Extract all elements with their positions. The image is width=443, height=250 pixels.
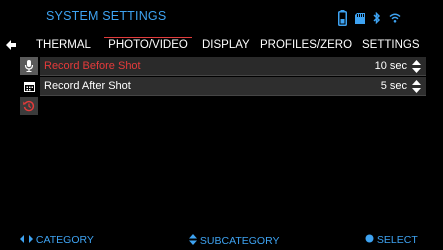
tab-photo-video[interactable]: PHOTO/VIDEO — [104, 37, 192, 51]
footer-select-hint: SELECT — [365, 234, 418, 246]
calendar-icon — [23, 81, 35, 92]
status-bar — [338, 10, 401, 26]
sidebar-item-recoil-recording[interactable] — [20, 97, 38, 115]
battery-icon — [338, 10, 347, 26]
setting-value: 10 sec — [374, 60, 407, 72]
tab-settings[interactable]: SETTINGS — [362, 39, 420, 51]
setting-value: 5 sec — [380, 80, 407, 92]
settings-list: Record Before Shot 10 sec Record After S… — [40, 57, 426, 97]
setting-label: Record After Shot — [44, 80, 131, 92]
sidebar-item-audio[interactable] — [20, 57, 38, 75]
up-down-arrows-icon[interactable] — [412, 60, 421, 73]
footer-category-hint: CATEGORY — [20, 234, 94, 246]
footer-subcategory-label: SUBCATEGORY — [199, 235, 280, 247]
setting-row-record-after-shot[interactable]: Record After Shot 5 sec — [40, 77, 426, 96]
left-right-arrows-icon — [20, 235, 33, 243]
up-down-arrows-icon[interactable] — [412, 80, 421, 93]
tab-display[interactable]: DISPLAY — [202, 39, 250, 51]
up-down-arrows-icon — [189, 234, 197, 245]
tab-thermal[interactable]: THERMAL — [36, 39, 91, 51]
footer-category-label: CATEGORY — [35, 234, 94, 246]
tab-profiles-zero[interactable]: PROFILES/ZERO — [260, 39, 352, 51]
microphone-icon — [24, 60, 34, 72]
sd-card-icon — [355, 12, 365, 24]
wifi-icon — [389, 13, 401, 23]
setting-row-record-before-shot[interactable]: Record Before Shot 10 sec — [40, 57, 426, 76]
history-icon — [23, 100, 35, 112]
sidebar-item-date[interactable] — [20, 77, 38, 95]
dot-icon — [365, 234, 374, 243]
tab-bar: THERMAL PHOTO/VIDEO DISPLAY PROFILES/ZER… — [0, 36, 443, 56]
subcategory-sidebar — [20, 57, 38, 117]
page-title: SYSTEM SETTINGS — [46, 9, 167, 23]
footer-select-label: SELECT — [376, 234, 418, 246]
footer-subcategory-hint: SUBCATEGORY — [189, 234, 279, 247]
footer-hints: CATEGORY SUBCATEGORY SELECT — [0, 234, 443, 247]
setting-label: Record Before Shot — [44, 60, 141, 72]
bluetooth-icon — [373, 12, 381, 24]
